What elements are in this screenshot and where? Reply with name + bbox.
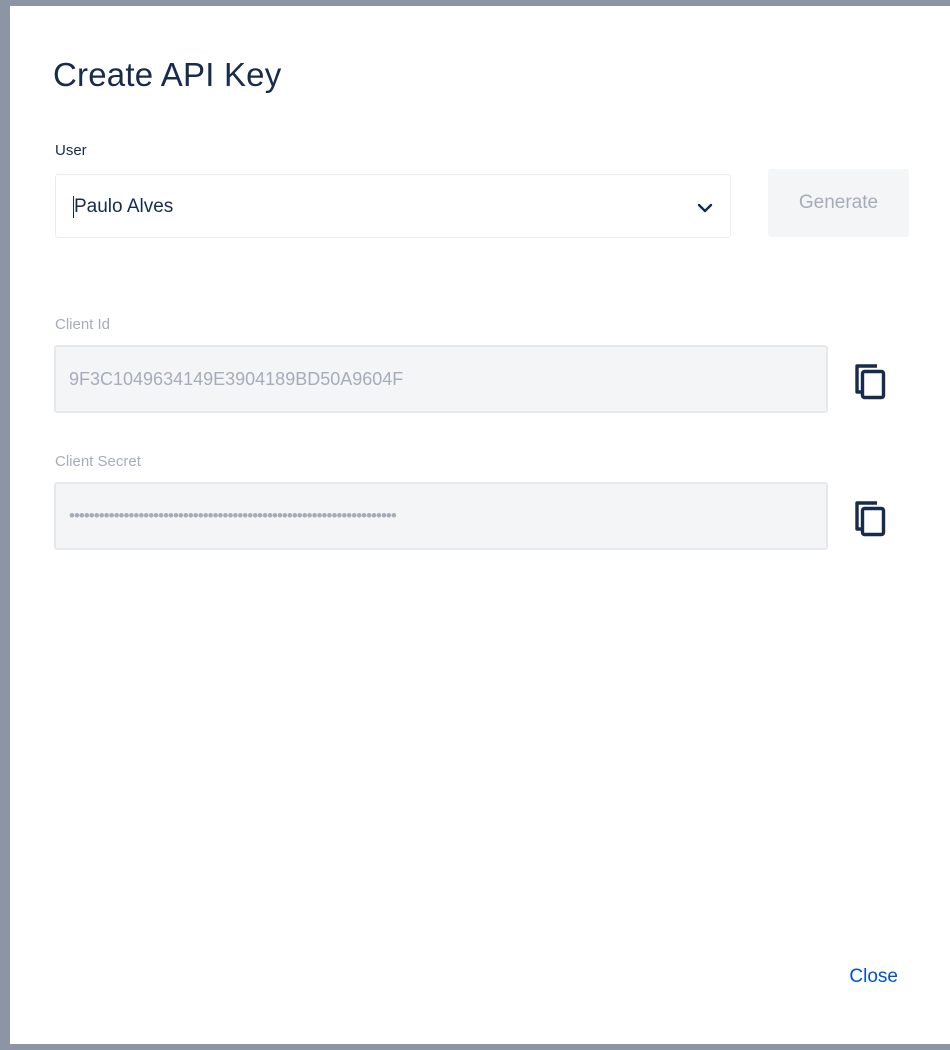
- dialog-title: Create API Key: [53, 56, 282, 93]
- generate-button[interactable]: Generate: [768, 169, 909, 237]
- close-link[interactable]: Close: [849, 966, 898, 988]
- client-secret-label: Client Secret: [55, 453, 141, 470]
- client-id-label: Client Id: [55, 316, 111, 333]
- user-label: User: [55, 142, 87, 159]
- user-select-value: Paulo Alves: [74, 196, 174, 217]
- chevron-down-icon: [697, 203, 713, 213]
- copy-client-secret-icon[interactable]: [853, 499, 889, 539]
- client-id-field[interactable]: [54, 345, 828, 413]
- create-api-key-dialog: Create API Key User Paulo Alves Generate…: [10, 6, 950, 1044]
- client-secret-field[interactable]: [54, 482, 828, 550]
- user-select[interactable]: Paulo Alves: [55, 174, 731, 238]
- copy-client-id-icon[interactable]: [853, 362, 889, 402]
